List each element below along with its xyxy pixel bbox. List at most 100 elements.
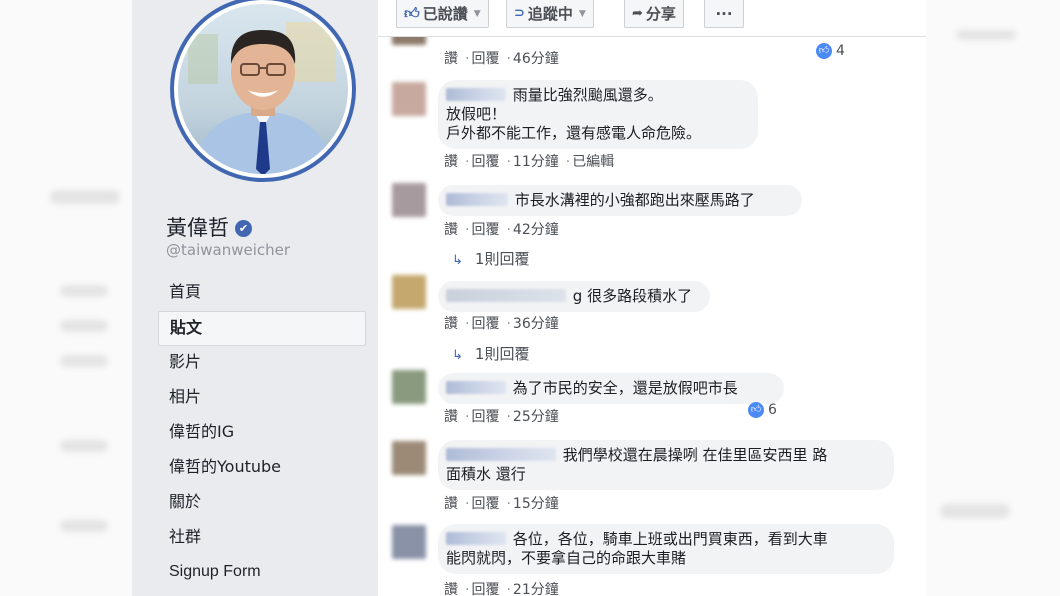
- avatar[interactable]: [392, 183, 426, 217]
- view-replies-link[interactable]: ↳ 1則回覆: [452, 248, 529, 269]
- blurred-commenter-name[interactable]: [446, 88, 506, 101]
- page-handle[interactable]: @taiwanweicher: [166, 241, 290, 259]
- reply-link[interactable]: 回覆: [471, 154, 499, 170]
- avatar[interactable]: [392, 82, 426, 116]
- rss-icon: ⊃: [514, 6, 525, 21]
- view-replies-link[interactable]: ↳ 1則回覆: [452, 343, 529, 364]
- liked-button[interactable]: 👍︎ 已說讚 ▼: [396, 0, 489, 28]
- more-options-button[interactable]: ···: [704, 0, 744, 28]
- nav-item-signup-form[interactable]: Signup Form: [158, 556, 366, 591]
- blurred-commenter-name[interactable]: [446, 193, 508, 206]
- nav-item-photos[interactable]: 相片: [158, 381, 366, 416]
- timestamp[interactable]: 36分鐘: [513, 316, 559, 332]
- blurred-background-left: [0, 0, 132, 596]
- like-reaction-icon: 👍︎: [816, 43, 832, 59]
- comment-bubble: 雨量比強烈颱風還多。 放假吧！ 戶外都不能工作，還有感電人命危險。: [438, 80, 758, 149]
- comment-bubble: g 很多路段積水了: [438, 281, 710, 312]
- portrait-illustration: [188, 22, 336, 174]
- nav-item-home[interactable]: 首頁: [158, 276, 366, 311]
- edited-label[interactable]: 已編輯: [572, 154, 614, 170]
- timestamp[interactable]: 15分鐘: [513, 496, 559, 512]
- reply-link[interactable]: 回覆: [471, 582, 499, 596]
- share-arrow-icon: ➦: [632, 6, 643, 21]
- share-button[interactable]: ➦ 分享: [624, 0, 684, 28]
- more-icon: ···: [715, 4, 733, 23]
- like-link[interactable]: 讚: [444, 409, 458, 425]
- comment-text: 市長水溝裡的小強都跑出來壓馬路了: [514, 191, 755, 209]
- nav-item-posts[interactable]: 貼文: [158, 311, 366, 346]
- avatar[interactable]: [392, 275, 426, 309]
- like-link[interactable]: 讚: [444, 222, 458, 238]
- comment-actions: 讚 · 回覆 · 15分鐘: [444, 496, 559, 512]
- comment-text: 各位，各位，騎車上班或出門買東西，看到大車: [512, 530, 828, 548]
- nav-item-youtube[interactable]: 偉哲的Youtube: [158, 451, 366, 486]
- share-label: 分享: [645, 5, 676, 23]
- comment-text: 放假吧！: [446, 105, 507, 123]
- comment-text: 雨量比強烈颱風還多。: [512, 86, 663, 104]
- blurred-commenter-name[interactable]: [446, 448, 556, 461]
- comment-actions: 讚 · 回覆 · 36分鐘: [444, 316, 559, 332]
- thumbs-up-icon: 👍︎: [404, 4, 420, 22]
- comment-bubble: 為了市民的安全，還是放假吧市長: [438, 373, 784, 404]
- reply-arrow-icon: ↳: [452, 348, 463, 363]
- like-link[interactable]: 讚: [444, 496, 458, 512]
- following-label: 追蹤中: [527, 5, 573, 23]
- page-title[interactable]: 黃偉哲 ✔: [166, 212, 252, 242]
- like-link[interactable]: 讚: [444, 582, 458, 596]
- nav-item-instagram[interactable]: 偉哲的IG: [158, 416, 366, 451]
- avatar: [178, 4, 348, 174]
- comment-text: 能閃就閃，不要拿自己的命跟大車賭: [446, 549, 687, 567]
- like-link[interactable]: 讚: [444, 154, 458, 170]
- comment-actions: 讚 · 回覆 · 46分鐘: [444, 51, 559, 67]
- timestamp[interactable]: 11分鐘: [513, 154, 559, 170]
- liked-label: 已說讚: [422, 5, 468, 23]
- blurred-commenter-name[interactable]: [446, 381, 506, 394]
- page-nav: 首頁 貼文 影片 相片 偉哲的IG 偉哲的Youtube 關於 社群 Signu…: [158, 276, 366, 591]
- comment-text: 戶外都不能工作，還有感電人命危險。: [446, 124, 702, 142]
- reply-link[interactable]: 回覆: [471, 222, 499, 238]
- like-link[interactable]: 讚: [444, 316, 458, 332]
- comment-text: 我們學校還在晨操咧 在佳里區安西里 路: [562, 446, 828, 464]
- comments-list: 讚 · 回覆 · 46分鐘 👍︎ 4 雨量比強烈颱風還多。 放假吧！ 戶外都不能工作，還有…: [378, 37, 926, 596]
- timestamp[interactable]: 46分鐘: [513, 51, 559, 67]
- avatar[interactable]: [392, 441, 426, 475]
- blurred-background-right: [926, 0, 1060, 596]
- timestamp[interactable]: 21分鐘: [513, 582, 559, 596]
- avatar[interactable]: [392, 37, 426, 45]
- chevron-down-icon: ▼: [473, 8, 481, 19]
- like-reaction-icon: 👍︎: [748, 402, 764, 418]
- blurred-commenter-name[interactable]: [446, 289, 566, 302]
- comment-text: g 很多路段積水了: [572, 287, 693, 305]
- nav-item-videos[interactable]: 影片: [158, 346, 366, 381]
- reply-link[interactable]: 回覆: [471, 316, 499, 332]
- nav-item-community[interactable]: 社群: [158, 521, 366, 556]
- reaction-count[interactable]: 👍︎ 6: [748, 400, 777, 420]
- verified-badge-icon: ✔: [235, 220, 252, 237]
- like-link[interactable]: 讚: [444, 51, 458, 67]
- reaction-count[interactable]: 👍︎ 4: [816, 41, 845, 61]
- comment-bubble: 各位，各位，騎車上班或出門買東西，看到大車 能閃就閃，不要拿自己的命跟大車賭: [438, 524, 894, 574]
- comment-text: 為了市民的安全，還是放假吧市長: [512, 379, 738, 397]
- timestamp[interactable]: 42分鐘: [513, 222, 559, 238]
- page-action-bar: 👍︎ 已說讚 ▼ ⊃ 追蹤中 ▼ ➦ 分享 ···: [378, 0, 926, 37]
- profile-picture[interactable]: [170, 0, 356, 182]
- avatar[interactable]: [392, 370, 426, 404]
- comment-actions: 讚 · 回覆 · 11分鐘 · 已編輯: [444, 154, 615, 170]
- blurred-commenter-name[interactable]: [446, 532, 506, 545]
- comment-actions: 讚 · 回覆 · 25分鐘: [444, 409, 559, 425]
- page-sidebar: 黃偉哲 ✔ @taiwanweicher 首頁 貼文 影片 相片 偉哲的IG 偉哲…: [132, 0, 378, 596]
- reply-link[interactable]: 回覆: [471, 409, 499, 425]
- reply-link[interactable]: 回覆: [471, 496, 499, 512]
- nav-item-about[interactable]: 關於: [158, 486, 366, 521]
- comment-bubble: 我們學校還在晨操咧 在佳里區安西里 路 面積水 還行: [438, 440, 894, 490]
- timestamp[interactable]: 25分鐘: [513, 409, 559, 425]
- reply-link[interactable]: 回覆: [471, 51, 499, 67]
- chevron-down-icon: ▼: [578, 8, 586, 19]
- comment-actions: 讚 · 回覆 · 42分鐘: [444, 222, 559, 238]
- comment-bubble: 市長水溝裡的小強都跑出來壓馬路了: [438, 185, 802, 216]
- avatar[interactable]: [392, 525, 426, 559]
- comment-text: 面積水 還行: [446, 465, 526, 483]
- following-button[interactable]: ⊃ 追蹤中 ▼: [506, 0, 594, 28]
- reply-arrow-icon: ↳: [452, 253, 463, 268]
- page-name-text: 黃偉哲: [166, 216, 229, 240]
